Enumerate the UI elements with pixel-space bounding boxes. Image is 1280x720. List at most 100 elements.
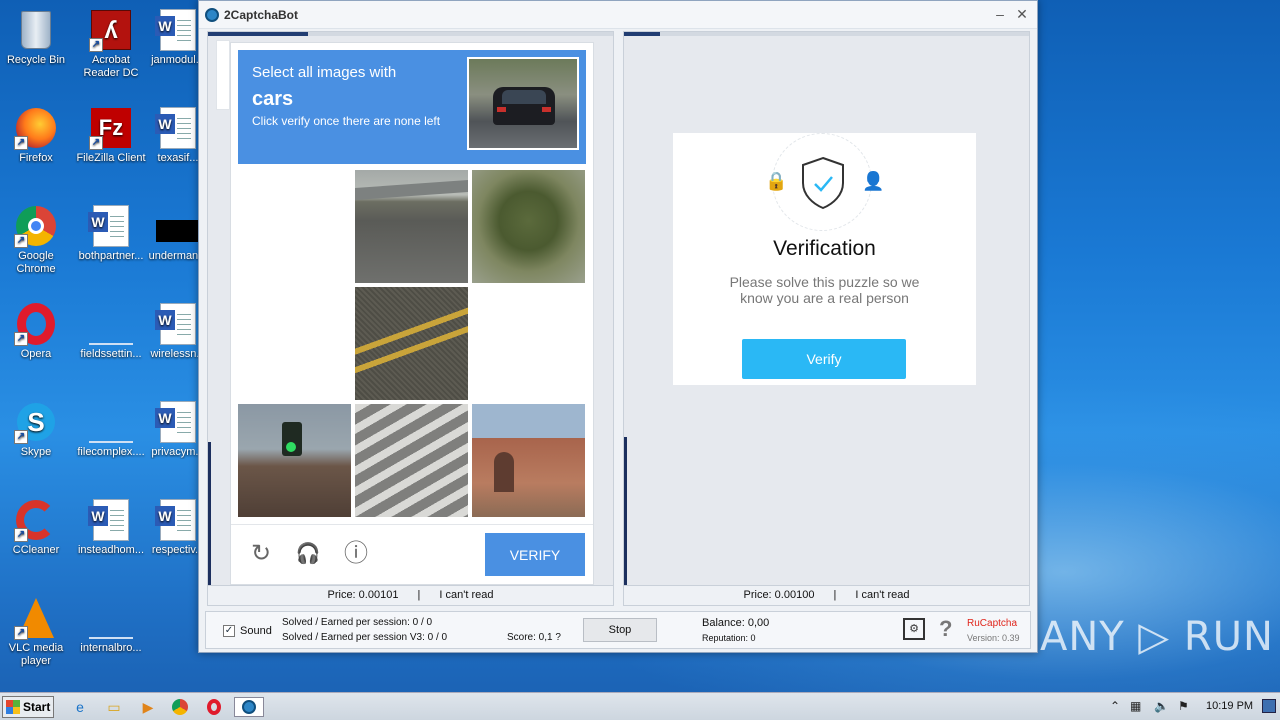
left-pane: Select all images with cars Click verify… [207, 31, 614, 606]
lock-icon: 🔒 [765, 171, 788, 191]
version-label: Version: 0.39 [967, 633, 1020, 643]
verification-title: Verification [773, 237, 876, 260]
chrome-taskbar-icon[interactable] [168, 697, 192, 717]
desktop-icon-firefox[interactable]: ↗ Firefox [0, 106, 72, 165]
desktop-icon-google-chrome[interactable]: ↗ Google Chrome [0, 204, 72, 276]
user-icon: 👤 [862, 171, 885, 191]
ccleaner-icon: ↗ [14, 498, 58, 542]
captchabot-taskbar-button[interactable] [234, 697, 264, 717]
captcha-tile[interactable] [472, 287, 585, 400]
headphones-icon[interactable]: 🎧 [293, 539, 323, 569]
desktop-icon-bothpartner[interactable]: bothpartner... [75, 204, 147, 263]
blank-document-icon [89, 596, 133, 640]
captcha-tile[interactable] [238, 404, 351, 517]
desktop-icon-label: insteadhom... [77, 544, 145, 556]
app-logo-icon [205, 7, 219, 22]
desktop-icon-label: Firefox [19, 152, 53, 164]
provider-link[interactable]: RuCaptcha [967, 618, 1017, 629]
captcha-tile[interactable] [238, 287, 351, 400]
close-button[interactable]: ✕ [1013, 6, 1031, 23]
desktop-icon-label: Opera [20, 348, 52, 360]
taskbar: Start e ▭ ▶ ⌃ ▦ 🔈 ⚑ 10:19 PM [0, 692, 1280, 720]
solved-earned-label: Solved / Earned per session: 0 / 0 [282, 617, 433, 628]
reputation-label: Reputation: 0 [702, 633, 756, 643]
desktop-icon-acrobat[interactable]: ʎ ↗ Acrobat Reader DC [75, 8, 147, 80]
desktop-icon-label: CCleaner [12, 544, 60, 556]
taskbar-clock[interactable]: 10:19 PM [1206, 700, 1253, 712]
firefox-icon: ↗ [14, 106, 58, 150]
right-pane-progress [624, 32, 1029, 36]
left-pane-progress [208, 32, 613, 36]
opera-icon: ↗ [14, 302, 58, 346]
left-pane-footer: Price: 0.00101 | I can't read [208, 585, 613, 605]
opera-taskbar-icon[interactable] [202, 697, 226, 717]
right-cant-read-link[interactable]: I can't read [847, 589, 917, 601]
captcha-tile[interactable] [355, 287, 468, 400]
recycle-bin-icon [14, 8, 58, 52]
volume-icon[interactable]: 🔈 [1154, 699, 1169, 713]
shield-check-icon [802, 156, 844, 210]
desktop-icon-label: Skype [20, 446, 52, 458]
media-player-icon[interactable]: ▶ [136, 697, 160, 717]
tray-expand-icon[interactable]: ⌃ [1110, 699, 1120, 713]
left-price-label: Price: 0.00101 [327, 589, 399, 601]
desktop-icon-insteadhom[interactable]: insteadhom... [75, 498, 147, 557]
captcha-tile[interactable] [355, 404, 468, 517]
desktop-icon-label: bothpartner... [78, 250, 144, 262]
blank-document-icon [89, 400, 133, 444]
captcha-tile[interactable] [472, 404, 585, 517]
captcha-instruction: Select all images with [252, 64, 397, 81]
word-document-icon [88, 204, 133, 248]
desktop-icon-label: VLC media player [8, 642, 64, 667]
desktop-icon-ccleaner[interactable]: ↗ CCleaner [0, 498, 72, 557]
desktop-icon-skype[interactable]: S ↗ Skype [0, 400, 72, 459]
desktop-icon-recycle-bin[interactable]: Recycle Bin [0, 8, 72, 67]
captcha-tile[interactable] [355, 170, 468, 283]
captcha-target: cars [252, 88, 294, 110]
start-label: Start [23, 700, 51, 714]
black-file-icon [156, 204, 200, 248]
desktop-icon-internalbro[interactable]: internalbro... [75, 596, 147, 655]
action-center-flag-icon[interactable]: ⚑ [1178, 699, 1189, 713]
footer-separator: | [833, 589, 837, 601]
desktop-icon-filecomplex[interactable]: filecomplex.... [75, 400, 147, 459]
word-document-icon [155, 106, 200, 150]
captcha-header: Select all images with cars Click verify… [238, 50, 586, 164]
status-panel: ✓ Sound Solved / Earned per session: 0 /… [205, 611, 1031, 649]
right-price-label: Price: 0.00100 [743, 589, 815, 601]
windows-logo-icon [6, 700, 20, 714]
sound-label: Sound [240, 625, 272, 637]
desktop-icon-fieldssettin[interactable]: fieldssettin... [75, 302, 147, 361]
desktop-icon-opera[interactable]: ↗ Opera [0, 302, 72, 361]
skype-icon: S ↗ [14, 400, 58, 444]
title-bar[interactable]: 2CaptchaBot – ✕ [199, 1, 1037, 29]
show-desktop-button[interactable] [1262, 699, 1276, 713]
left-cant-read-link[interactable]: I can't read [431, 589, 501, 601]
settings-sliders-icon[interactable]: ⚙ [903, 618, 925, 640]
refresh-icon[interactable]: ↻ [246, 539, 276, 569]
captcha-tile[interactable] [238, 170, 351, 283]
desktop-icon-filezilla[interactable]: Fz ↗ FileZilla Client [75, 106, 147, 165]
sound-checkbox[interactable]: ✓ [223, 625, 235, 637]
network-icon[interactable]: ▦ [1130, 699, 1141, 713]
left-pane-side-line [208, 442, 211, 587]
verification-card: 🔒 👤 Verification Please solve this puzzl… [673, 133, 976, 385]
captcha-tile[interactable] [472, 170, 585, 283]
desktop-icon-label: FileZilla Client [76, 152, 146, 164]
vlc-cone-icon: ↗ [14, 596, 58, 640]
file-explorer-icon[interactable]: ▭ [102, 697, 126, 717]
captcha-verify-button[interactable]: VERIFY [485, 533, 585, 576]
internet-explorer-icon[interactable]: e [68, 697, 92, 717]
solved-earned-v3-label: Solved / Earned per session V3: 0 / 0 [282, 632, 448, 643]
desktop-icon-label: internalbro... [80, 642, 142, 654]
verification-verify-button[interactable]: Verify [742, 339, 906, 379]
help-icon[interactable]: ? [939, 616, 952, 642]
desktop-icon-label: Acrobat Reader DC [83, 54, 139, 79]
captcha-widget: Select all images with cars Click verify… [230, 42, 594, 585]
info-icon[interactable]: ⓘ [341, 539, 371, 569]
acrobat-icon: ʎ ↗ [89, 8, 133, 52]
desktop-icon-vlc[interactable]: ↗ VLC media player [0, 596, 72, 668]
minimize-button[interactable]: – [991, 6, 1009, 22]
start-button[interactable]: Start [2, 696, 54, 718]
stop-button[interactable]: Stop [583, 618, 657, 642]
